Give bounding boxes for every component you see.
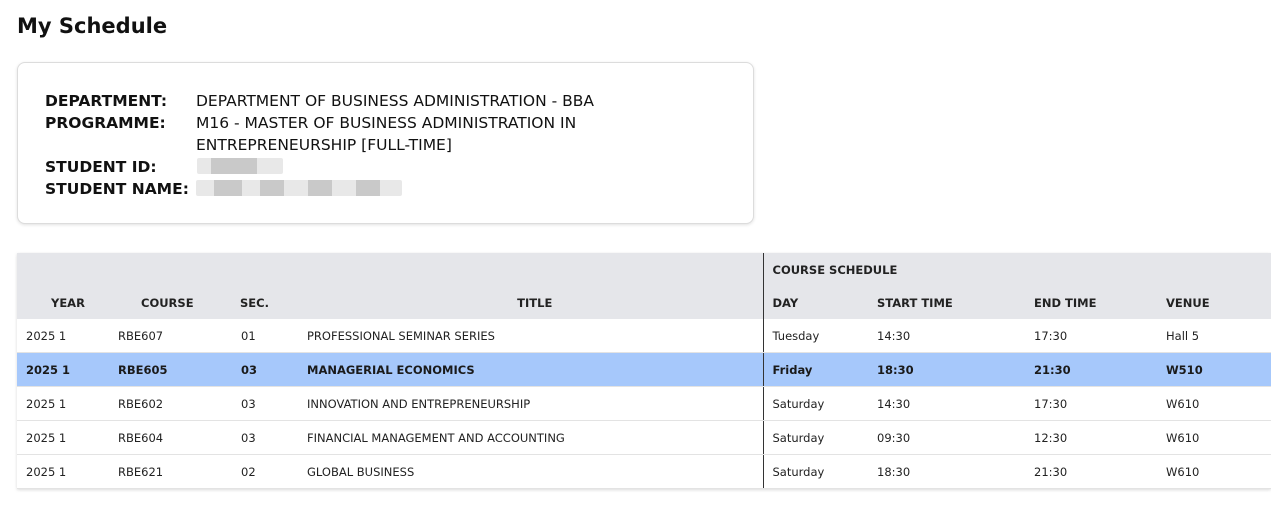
table-row[interactable]: 2025 1 RBE602 03 INNOVATION AND ENTREPRE… [17, 386, 1271, 421]
header-column-row: YEAR COURSE SEC. TITLE DAY START TIME EN… [17, 286, 1271, 319]
cell-course: RBE602 [118, 386, 232, 421]
cell-venue: W510 [1166, 352, 1271, 387]
cell-title: GLOBAL BUSINESS [307, 454, 763, 489]
cell-day: Saturday [762, 420, 877, 455]
header-group-spacer [17, 253, 763, 286]
cell-sec: 03 [232, 386, 307, 421]
cell-end-time: 17:30 [1034, 319, 1166, 353]
programme-label: PROGRAMME: [45, 114, 166, 132]
cell-year: 2025 1 [17, 386, 118, 421]
student-id-redacted [197, 158, 283, 174]
student-name-label: STUDENT NAME: [45, 180, 189, 198]
cell-course: RBE604 [118, 420, 232, 455]
header-group-row: COURSE SCHEDULE [17, 253, 1271, 286]
cell-title: PROFESSIONAL SEMINAR SERIES [307, 319, 763, 353]
page-title: My Schedule [17, 14, 168, 38]
col-header-title[interactable]: TITLE [307, 286, 763, 319]
cell-end-time: 12:30 [1034, 420, 1166, 455]
schedule-table: COURSE SCHEDULE YEAR COURSE SEC. TITLE D… [17, 253, 1271, 489]
cell-sec: 01 [232, 319, 307, 353]
schedule-table-container: COURSE SCHEDULE YEAR COURSE SEC. TITLE D… [17, 253, 1271, 489]
cell-start-time: 09:30 [877, 420, 1034, 455]
course-schedule-group-header: COURSE SCHEDULE [762, 253, 1271, 286]
table-row[interactable]: 2025 1 RBE607 01 PROFESSIONAL SEMINAR SE… [17, 319, 1271, 353]
cell-course: RBE621 [118, 454, 232, 489]
cell-title: FINANCIAL MANAGEMENT AND ACCOUNTING [307, 420, 763, 455]
col-header-end-time[interactable]: END TIME [1034, 286, 1166, 319]
cell-year: 2025 1 [17, 420, 118, 455]
cell-sec: 03 [232, 420, 307, 455]
col-header-venue[interactable]: VENUE [1166, 286, 1271, 319]
cell-year: 2025 1 [17, 319, 118, 353]
col-header-year[interactable]: YEAR [17, 286, 118, 319]
cell-start-time: 18:30 [877, 454, 1034, 489]
cell-start-time: 14:30 [877, 386, 1034, 421]
cell-end-time: 21:30 [1034, 352, 1166, 387]
cell-day: Friday [762, 352, 877, 387]
department-value: DEPARTMENT OF BUSINESS ADMINISTRATION - … [196, 92, 595, 110]
col-header-day[interactable]: DAY [762, 286, 877, 319]
student-info-card: DEPARTMENT: DEPARTMENT OF BUSINESS ADMIN… [17, 62, 754, 224]
student-name-redacted [196, 180, 402, 196]
cell-end-time: 17:30 [1034, 386, 1166, 421]
cell-sec: 02 [232, 454, 307, 489]
programme-value: M16 - MASTER OF BUSINESS ADMINISTRATION … [196, 114, 577, 154]
cell-year: 2025 1 [17, 454, 118, 489]
cell-day: Saturday [762, 454, 877, 489]
cell-title: MANAGERIAL ECONOMICS [307, 352, 763, 387]
cell-year: 2025 1 [17, 352, 118, 387]
cell-start-time: 14:30 [877, 319, 1034, 353]
cell-end-time: 21:30 [1034, 454, 1166, 489]
cell-day: Saturday [762, 386, 877, 421]
cell-course: RBE607 [118, 319, 232, 353]
col-header-sec[interactable]: SEC. [232, 286, 307, 319]
cell-venue: W610 [1166, 420, 1271, 455]
col-header-start-time[interactable]: START TIME [877, 286, 1034, 319]
cell-start-time: 18:30 [877, 352, 1034, 387]
student-id-label: STUDENT ID: [45, 158, 157, 176]
cell-venue: W610 [1166, 454, 1271, 489]
department-label: DEPARTMENT: [45, 92, 168, 110]
table-row[interactable]: 2025 1 RBE604 03 FINANCIAL MANAGEMENT AN… [17, 420, 1271, 455]
table-row-selected[interactable]: 2025 1 RBE605 03 MANAGERIAL ECONOMICS Fr… [17, 352, 1271, 387]
table-row[interactable]: 2025 1 RBE621 02 GLOBAL BUSINESS Saturda… [17, 454, 1271, 489]
cell-venue: Hall 5 [1166, 319, 1271, 353]
cell-sec: 03 [232, 352, 307, 387]
col-header-course[interactable]: COURSE [118, 286, 232, 319]
cell-course: RBE605 [118, 352, 232, 387]
cell-venue: W610 [1166, 386, 1271, 421]
cell-day: Tuesday [762, 319, 877, 353]
cell-title: INNOVATION AND ENTREPRENEURSHIP [307, 386, 763, 421]
